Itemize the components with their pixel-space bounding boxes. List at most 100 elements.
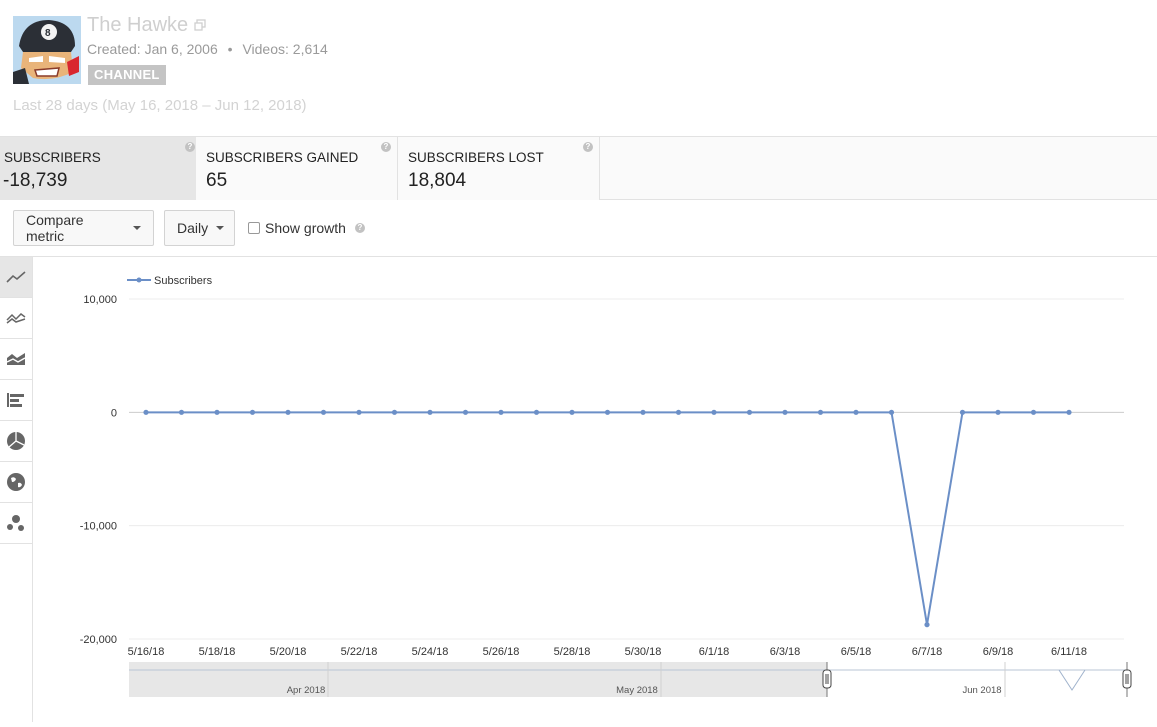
data-point[interactable] <box>214 409 220 415</box>
separator-dot: • <box>227 41 233 57</box>
data-point[interactable] <box>285 409 291 415</box>
bubble-chart-icon[interactable] <box>0 503 32 544</box>
metric-tab-subscribers[interactable]: SUBSCRIBERS -18,739 ? <box>0 137 202 200</box>
show-growth-label: Show growth <box>265 220 346 236</box>
show-growth-toggle[interactable]: Show growth ? <box>248 220 365 236</box>
data-point[interactable] <box>817 409 824 415</box>
video-count: Videos: 2,614 <box>242 41 328 57</box>
x-tick-label: 6/3/18 <box>770 646 801 658</box>
navigator-label: Apr 2018 <box>287 685 326 696</box>
data-point[interactable] <box>498 409 504 415</box>
data-point[interactable] <box>178 409 185 415</box>
metric-value: 65 <box>206 170 228 191</box>
data-point[interactable] <box>782 409 788 415</box>
chart-controls: Compare metric Daily Show growth ? <box>0 200 1157 257</box>
y-tick-label: 0 <box>111 407 117 419</box>
navigator-handle[interactable] <box>822 669 832 689</box>
stacked-area-icon[interactable] <box>0 339 32 380</box>
svg-text:8: 8 <box>45 28 51 39</box>
navigator-label: Jun 2018 <box>962 685 1001 696</box>
globe-map-icon[interactable] <box>0 462 32 503</box>
pie-chart-icon[interactable] <box>0 421 32 462</box>
interval-dropdown[interactable]: Daily <box>164 210 235 246</box>
y-tick-label: -20,000 <box>80 634 117 646</box>
help-icon[interactable]: ? <box>583 142 593 152</box>
data-point[interactable] <box>249 409 256 415</box>
chart-svg: Subscribers 10,000 0 -10,000 -20,000 5/16/1… <box>80 275 1132 697</box>
compare-metric-label: Compare metric <box>26 212 84 244</box>
data-point[interactable] <box>924 622 930 628</box>
channel-avatar[interactable]: 8 <box>13 16 81 84</box>
x-tick-label: 5/30/18 <box>625 646 662 658</box>
line-chart-icon[interactable] <box>0 257 32 298</box>
x-tick-label: 5/24/18 <box>412 646 449 658</box>
created-date: Created: Jan 6, 2006 <box>87 41 218 57</box>
data-point[interactable] <box>711 409 717 415</box>
metric-tab-subscribers-gained[interactable]: SUBSCRIBERS GAINED 65 ? <box>196 137 398 200</box>
navigator-label: May 2018 <box>616 685 658 696</box>
x-tick-label: 5/26/18 <box>483 646 520 658</box>
channel-meta: Created: Jan 6, 2006 • Videos: 2,614 <box>87 41 328 57</box>
data-point[interactable] <box>533 409 540 415</box>
data-point[interactable] <box>462 409 469 415</box>
x-tick-label: 6/5/18 <box>841 646 872 658</box>
metric-label: SUBSCRIBERS <box>4 150 101 165</box>
data-point[interactable] <box>604 409 611 415</box>
help-icon[interactable]: ? <box>381 142 391 152</box>
bar-chart-icon[interactable] <box>0 380 32 421</box>
chart-type-toolbar <box>0 257 33 722</box>
data-point[interactable] <box>1030 409 1037 415</box>
data-point[interactable] <box>356 409 362 415</box>
multi-line-chart-icon[interactable] <box>0 298 32 339</box>
help-icon[interactable]: ? <box>354 223 365 233</box>
series-line <box>146 411 1069 625</box>
subscribers-chart: Subscribers 10,000 0 -10,000 -20,000 5/16/1… <box>34 258 1157 722</box>
data-point[interactable] <box>888 409 895 415</box>
y-tick-label: 10,000 <box>83 294 117 306</box>
data-point[interactable] <box>853 409 859 415</box>
legend-label[interactable]: Subscribers <box>154 275 213 287</box>
help-icon[interactable]: ? <box>185 142 195 152</box>
interval-label: Daily <box>177 220 209 236</box>
metric-value: -18,739 <box>3 170 68 191</box>
x-tick-label: 6/9/18 <box>983 646 1014 658</box>
x-tick-label: 5/22/18 <box>341 646 378 658</box>
date-range: Last 28 days (May 16, 2018 – Jun 12, 201… <box>13 97 307 114</box>
data-point[interactable] <box>675 409 682 415</box>
y-tick-label: -10,000 <box>80 521 117 533</box>
x-tick-label: 5/20/18 <box>270 646 307 658</box>
x-tick-label: 5/16/18 <box>128 646 165 658</box>
x-tick-label: 5/18/18 <box>199 646 236 658</box>
metric-value: 18,804 <box>408 170 467 191</box>
caret-down-icon <box>216 226 225 230</box>
channel-title-row: The Hawke <box>87 14 206 37</box>
data-point[interactable] <box>995 409 1001 415</box>
x-tick-label: 6/11/18 <box>1051 646 1087 658</box>
channel-badge: CHANNEL <box>88 65 166 85</box>
data-point[interactable] <box>320 409 327 415</box>
compare-metric-button[interactable]: Compare metric <box>13 210 154 246</box>
data-point[interactable] <box>569 409 575 415</box>
metric-label: SUBSCRIBERS LOST <box>408 150 544 165</box>
external-link-icon[interactable] <box>194 14 206 37</box>
x-tick-label: 6/7/18 <box>912 646 943 658</box>
data-point[interactable] <box>427 409 433 415</box>
navigator-handle[interactable] <box>1122 669 1132 689</box>
navigator-mask <box>129 662 827 697</box>
data-point[interactable] <box>959 409 966 415</box>
data-point[interactable] <box>1066 409 1072 415</box>
metric-tabs: SUBSCRIBERS -18,739 ? SUBSCRIBERS GAINED… <box>0 136 1157 200</box>
data-point[interactable] <box>746 409 753 415</box>
x-tick-label: 6/1/18 <box>699 646 730 658</box>
legend-marker <box>136 277 142 283</box>
channel-name[interactable]: The Hawke <box>87 14 188 37</box>
data-point[interactable] <box>391 409 398 415</box>
show-growth-checkbox[interactable] <box>248 222 260 234</box>
caret-down-icon <box>133 226 141 230</box>
metric-tab-subscribers-lost[interactable]: SUBSCRIBERS LOST 18,804 ? <box>398 137 600 200</box>
data-point[interactable] <box>143 409 149 415</box>
channel-header: 8 The Hawke Created: Jan 6, 2006 • Video… <box>0 0 1157 136</box>
x-tick-label: 5/28/18 <box>554 646 591 658</box>
data-point[interactable] <box>640 409 646 415</box>
metric-label: SUBSCRIBERS GAINED <box>206 150 359 165</box>
